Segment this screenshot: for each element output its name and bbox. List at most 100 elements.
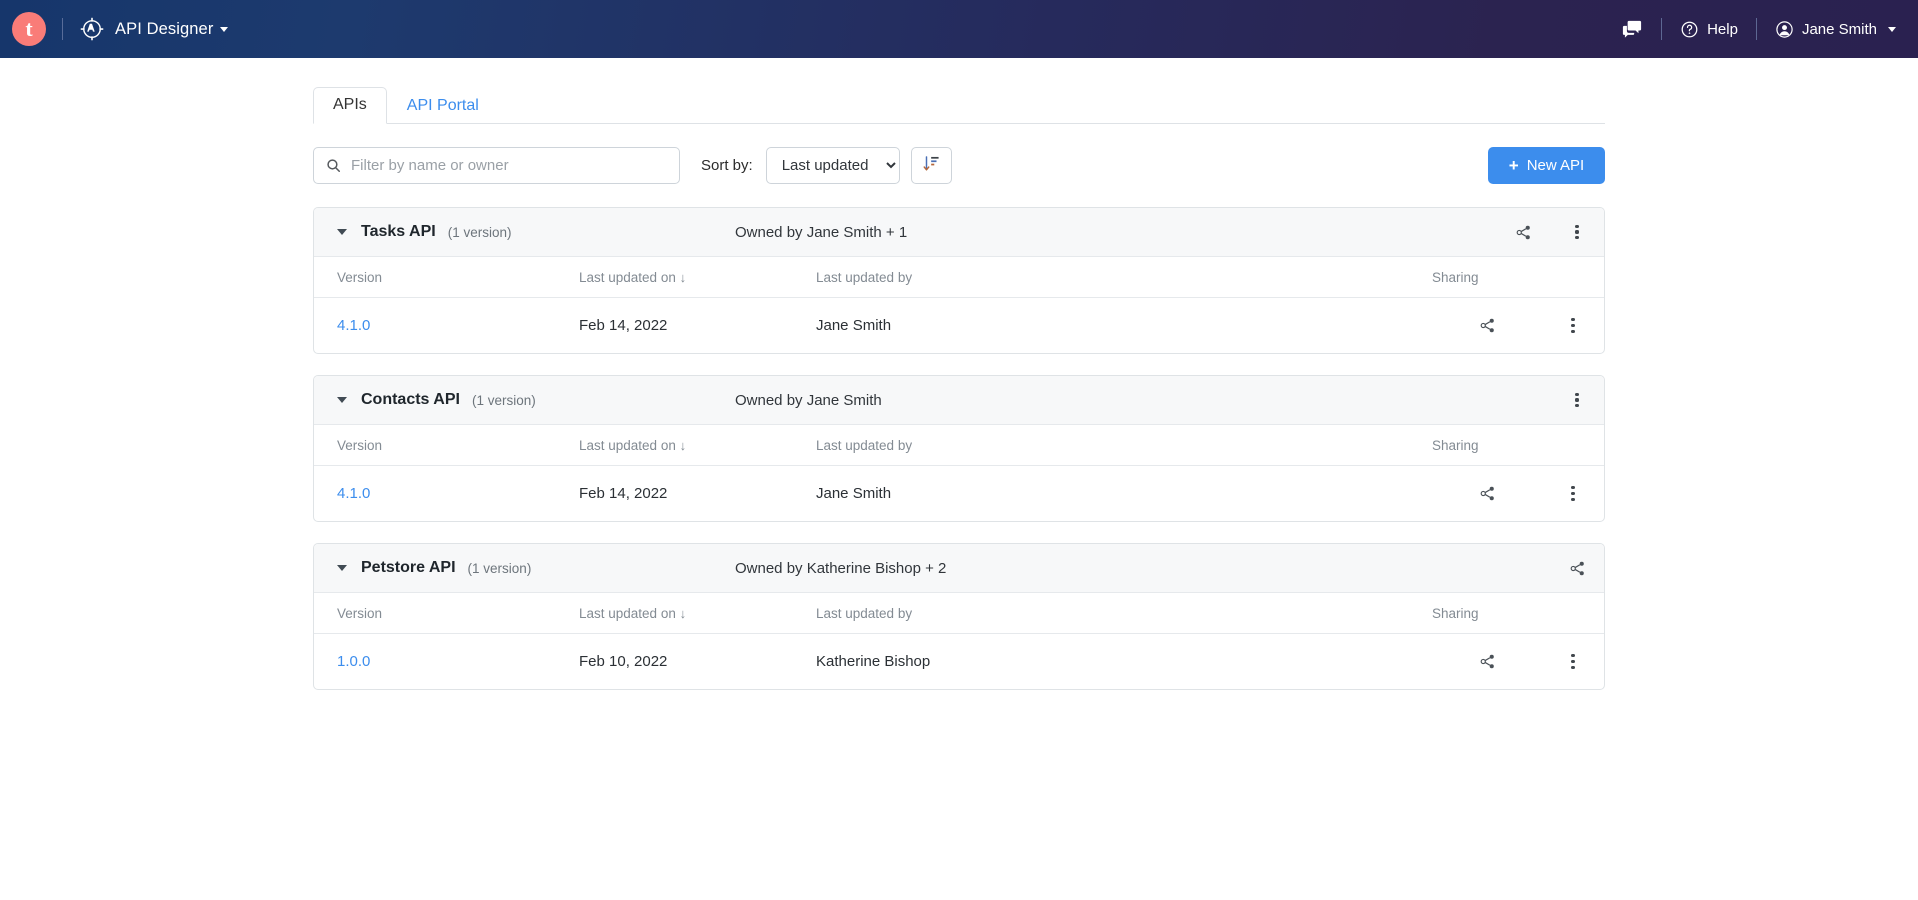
table-header-row: Version Last updated on ↓ Last updated by S… <box>314 593 1604 634</box>
col-last-updated-on[interactable]: Last updated on ↓ <box>579 425 816 466</box>
kebab-menu-icon <box>1571 318 1575 333</box>
api-header-actions <box>1550 560 1604 577</box>
help-circle-icon <box>1680 20 1699 39</box>
api-options-button[interactable] <box>1550 224 1604 240</box>
user-avatar-icon <box>1775 20 1794 39</box>
api-share-button[interactable] <box>1496 224 1550 241</box>
api-card-header-inner: Petstore API (1 version) Owned by Katherin… <box>361 559 1604 577</box>
api-version-count: (1 version) <box>471 392 536 408</box>
col-sharing: Sharing <box>1432 257 1542 298</box>
toolbar: Sort by: Last updated Name Owner <box>313 147 1605 184</box>
user-name-label: Jane Smith <box>1801 20 1877 38</box>
col-sharing: Sharing <box>1432 593 1542 634</box>
api-version-count: (1 version) <box>467 560 532 576</box>
content-area: APIs API Portal Sort by: Last updated <box>313 58 1605 690</box>
version-share-button[interactable] <box>1432 317 1542 334</box>
table-row: 4.1.0 Feb 14, 2022 Jane Smith <box>314 466 1604 522</box>
version-options-button[interactable] <box>1542 318 1604 333</box>
version-cell: 4.1.0 <box>314 466 579 522</box>
version-link[interactable]: 4.1.0 <box>337 317 370 334</box>
version-share-button[interactable] <box>1432 485 1542 502</box>
col-sharing: Sharing <box>1432 425 1542 466</box>
version-cell: 1.0.0 <box>314 634 579 690</box>
new-api-button[interactable]: + New API <box>1488 147 1605 184</box>
last-updated-by-cell: Jane Smith <box>816 317 892 334</box>
api-name: Tasks API <box>361 223 436 240</box>
kebab-menu-icon <box>1575 224 1579 240</box>
tab-api-portal[interactable]: API Portal <box>387 88 499 124</box>
api-card: Tasks API (1 version) Owned by Jane Smith … <box>313 207 1605 354</box>
version-link[interactable]: 4.1.0 <box>337 485 370 502</box>
api-name: Petstore API <box>361 559 456 576</box>
search-input[interactable] <box>351 157 667 174</box>
last-updated-on-cell: Feb 14, 2022 <box>579 317 668 334</box>
collapse-toggle-icon[interactable] <box>337 565 347 571</box>
versions-table-head: Version Last updated on ↓ Last updated by S… <box>314 425 1604 466</box>
app-title-label: API Designer <box>115 19 214 38</box>
sharing-cell <box>1432 634 1542 690</box>
versions-table-body: 4.1.0 Feb 14, 2022 Jane Smith <box>314 466 1604 522</box>
api-options-button[interactable] <box>1550 392 1604 408</box>
api-name: Contacts API <box>361 391 460 408</box>
top-navigation-bar: t API Designer Help Jane Smith <box>0 0 1918 58</box>
api-card: Contacts API (1 version) Owned by Jane Smi… <box>313 375 1605 522</box>
tab-apis-label: APIs <box>333 96 367 113</box>
api-owner: Owned by Katherine Bishop + 2 <box>735 559 947 577</box>
api-list: Tasks API (1 version) Owned by Jane Smith … <box>313 207 1605 690</box>
share-icon <box>1479 317 1496 334</box>
collapse-toggle-icon[interactable] <box>337 229 347 235</box>
last-updated-on-cell: Feb 10, 2022 <box>579 653 668 670</box>
table-row: 4.1.0 Feb 14, 2022 Jane Smith <box>314 298 1604 354</box>
nav-divider <box>1661 18 1663 40</box>
versions-table: Version Last updated on ↓ Last updated by S… <box>314 593 1604 689</box>
collapse-toggle-icon[interactable] <box>337 397 347 403</box>
share-icon <box>1569 560 1586 577</box>
version-options-button[interactable] <box>1542 654 1604 669</box>
user-menu[interactable]: Jane Smith <box>1775 20 1896 39</box>
last-updated-by-cell: Jane Smith <box>816 485 892 502</box>
brand-logo-letter: t <box>25 16 33 41</box>
versions-table: Version Last updated on ↓ Last updated by S… <box>314 425 1604 521</box>
table-header-row: Version Last updated on ↓ Last updated by S… <box>314 257 1604 298</box>
version-share-button[interactable] <box>1432 653 1542 670</box>
last-updated-by-cell: Katherine Bishop <box>816 653 931 670</box>
help-menu[interactable]: Help <box>1680 20 1738 39</box>
col-last-updated-by[interactable]: Last updated by <box>816 425 1432 466</box>
api-card-header: Petstore API (1 version) Owned by Katherin… <box>314 544 1604 593</box>
app-title-menu[interactable]: API Designer <box>115 19 229 39</box>
table-header-row: Version Last updated on ↓ Last updated by S… <box>314 425 1604 466</box>
search-box[interactable] <box>313 147 680 184</box>
sort-direction-button[interactable] <box>910 147 952 184</box>
api-card-header: Tasks API (1 version) Owned by Jane Smith … <box>314 208 1604 257</box>
chevron-down-icon <box>1888 26 1896 32</box>
kebab-menu-icon <box>1571 654 1575 669</box>
col-last-updated-by[interactable]: Last updated by <box>816 257 1432 298</box>
chat-icon[interactable] <box>1621 19 1643 39</box>
page-body: APIs API Portal Sort by: Last updated <box>0 58 1918 690</box>
api-card-header-inner: Contacts API (1 version) Owned by Jane Smi… <box>361 391 1604 409</box>
api-share-button[interactable] <box>1550 560 1604 577</box>
versions-table-body: 4.1.0 Feb 14, 2022 Jane Smith <box>314 298 1604 354</box>
plus-icon: + <box>1508 156 1519 175</box>
sort-arrow-icon: ↓ <box>679 438 687 453</box>
nav-left-group: t API Designer <box>12 12 229 46</box>
tab-apis[interactable]: APIs <box>313 87 387 124</box>
col-last-updated-on[interactable]: Last updated on ↓ <box>579 593 816 634</box>
sort-arrow-icon: ↓ <box>679 270 687 285</box>
table-row: 1.0.0 Feb 10, 2022 Katherine Bishop <box>314 634 1604 690</box>
sort-arrow-icon: ↓ <box>679 606 687 621</box>
api-card-header-inner: Tasks API (1 version) Owned by Jane Smith … <box>361 223 1604 241</box>
col-last-updated-by[interactable]: Last updated by <box>816 593 1432 634</box>
versions-table-head: Version Last updated on ↓ Last updated by S… <box>314 593 1604 634</box>
version-options-button[interactable] <box>1542 486 1604 501</box>
version-link[interactable]: 1.0.0 <box>337 653 370 670</box>
col-last-updated-on[interactable]: Last updated on ↓ <box>579 257 816 298</box>
chevron-down-icon <box>220 26 229 32</box>
kebab-menu-icon <box>1575 392 1579 408</box>
version-options-cell <box>1542 466 1604 522</box>
sharing-cell <box>1432 298 1542 354</box>
brand-logo[interactable]: t <box>12 12 46 46</box>
api-owner: Owned by Jane Smith + 1 <box>735 223 908 241</box>
sharing-cell <box>1432 466 1542 522</box>
sort-by-select[interactable]: Last updated Name Owner <box>765 147 900 184</box>
